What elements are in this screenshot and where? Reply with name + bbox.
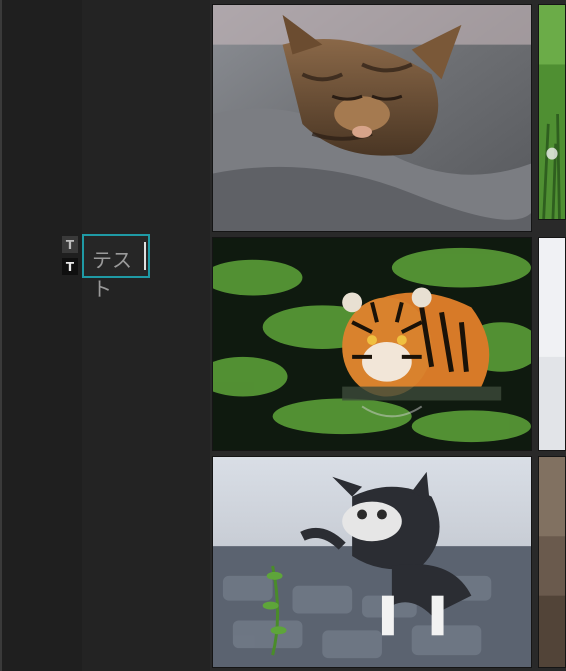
partial-white-image: [539, 238, 565, 450]
gallery-image-partial-white[interactable]: [538, 237, 566, 451]
app-window: T T テスト: [0, 0, 566, 671]
left-toolbar-panel: [2, 0, 82, 671]
gallery-image-tiger[interactable]: [212, 237, 532, 451]
partial-brown-image: [539, 457, 565, 667]
partial-grass-image: [539, 5, 565, 219]
gallery-image-partial-grass[interactable]: [538, 4, 566, 220]
gallery-image-cat-sleeping[interactable]: [212, 4, 532, 232]
tiger-image: [213, 238, 531, 450]
gallery-image-kitten[interactable]: [212, 456, 532, 668]
gallery-image-partial-brown[interactable]: [538, 456, 566, 668]
text-tool-top-label: T: [65, 237, 75, 252]
text-input-field[interactable]: テスト: [82, 234, 150, 301]
kitten-image: [213, 457, 531, 667]
text-editing-panel: [82, 0, 210, 671]
text-tool-bottom-label: T: [65, 259, 75, 274]
text-tool-button-top[interactable]: T: [62, 236, 78, 253]
text-tool-button-bottom[interactable]: T: [62, 258, 78, 275]
cat-sleeping-image: [213, 5, 531, 231]
text-cursor: [144, 242, 146, 270]
